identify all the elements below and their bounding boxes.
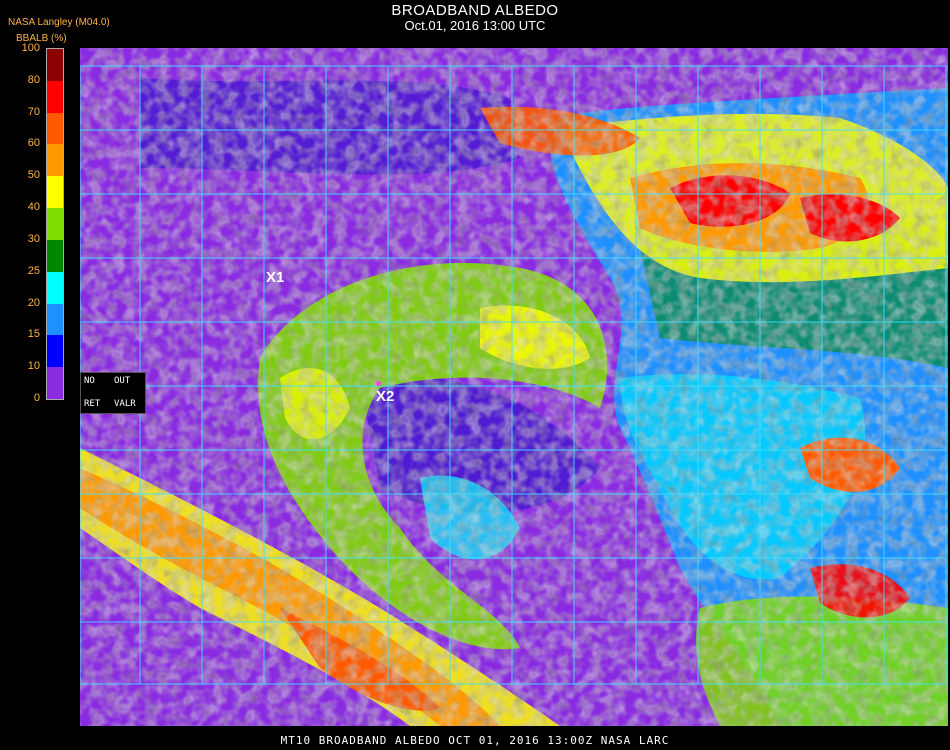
map-subtitle: Oct.01, 2016 13:00 UTC [404,18,546,33]
no-label: NO [84,376,95,386]
legend-band [47,112,63,145]
footer-caption: MT10 BROADBAND ALBEDO OCT 01, 2016 13:00… [280,734,670,747]
color-legend [46,48,64,400]
legend-tick-label: 100 [21,42,40,54]
legend-tick-label: 40 [27,201,40,214]
legend-band [47,303,63,336]
legend-band [47,80,63,113]
legend-tick-label: 80 [27,73,40,86]
texture-overlay [80,48,948,726]
marker-x1: X1 [266,269,285,286]
legend-band [47,335,63,368]
albedo-map [80,48,948,726]
legend-band [47,176,63,209]
legend-tick-label: 10 [27,360,40,373]
legend-band [47,271,63,304]
legend-tick-label: 60 [27,137,40,150]
out-label: OUT [114,376,131,386]
map-title: BROADBAND ALBEDO [391,2,559,19]
legend-tick-label: 30 [27,232,40,245]
ret-label: RET [84,399,101,409]
legend-band [47,367,63,399]
legend-tick-label: 25 [27,264,40,277]
source-label: NASA Langley (M04.0) [8,17,110,28]
legend-tick-label: 0 [33,392,40,404]
legend-tick-label: 70 [27,105,40,118]
no-out-legend-box: NO OUT RET VALR [80,372,146,414]
legend-tick-label: 15 [27,328,40,341]
legend-band [47,49,63,81]
legend-band [47,239,63,272]
legend-band [47,208,63,240]
valr-label: VALR [114,399,136,409]
legend-band [47,144,63,177]
marker-x2-dot [376,381,381,386]
marker-x2: X2 [376,388,395,405]
albedo-map-svg [80,48,948,726]
legend-tick-label: 50 [27,169,40,182]
legend-tick-label: 20 [27,296,40,309]
